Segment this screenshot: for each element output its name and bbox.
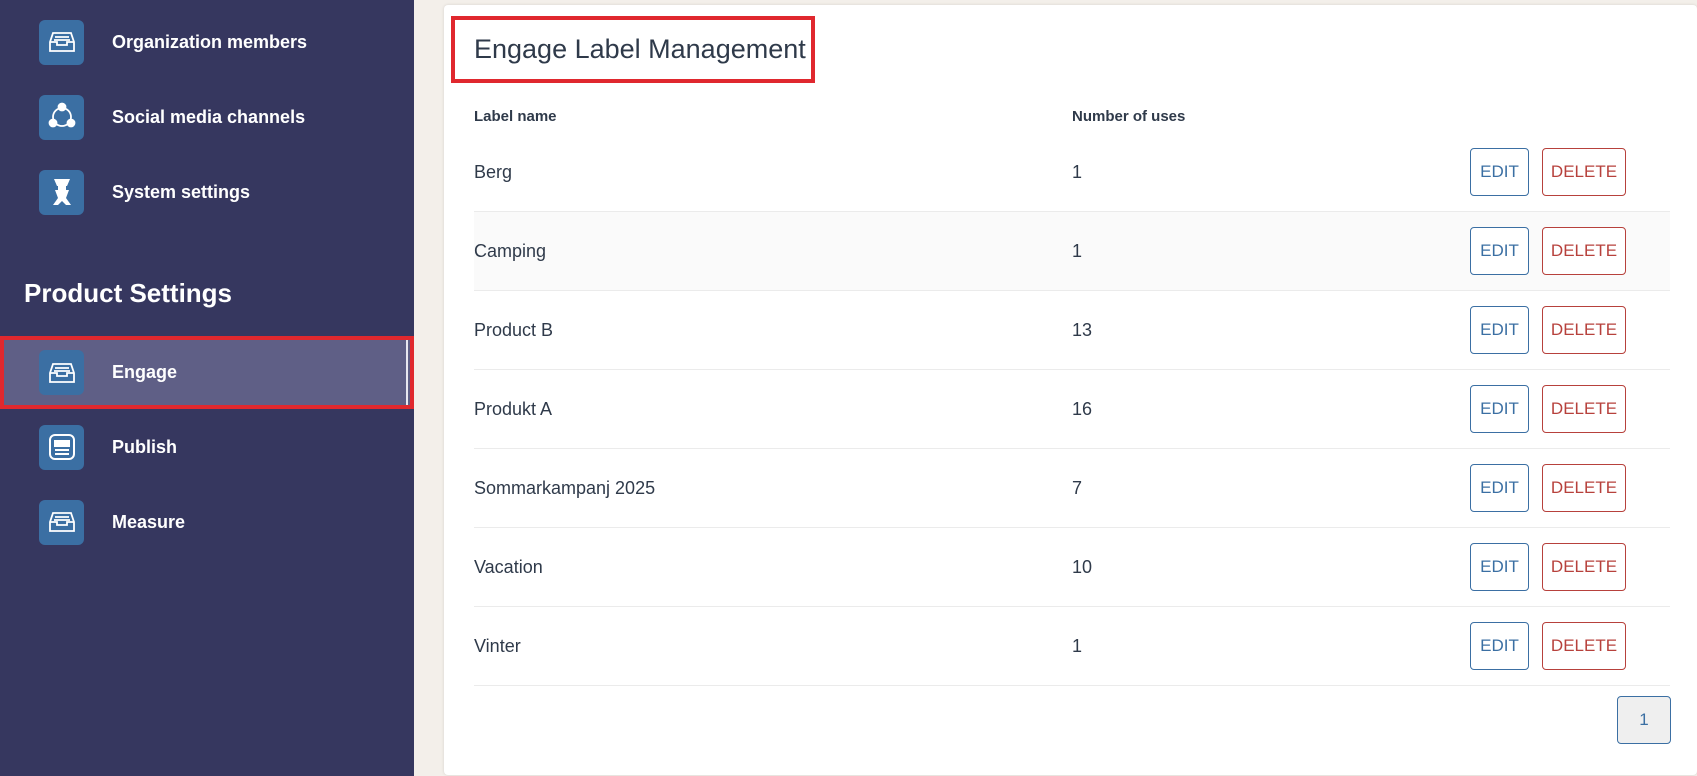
column-header-number-of-uses: Number of uses: [1072, 108, 1186, 125]
sidebar-item-label: Measure: [112, 511, 186, 532]
edit-button[interactable]: EDIT: [1470, 227, 1529, 275]
sidebar-item-social-media-channels[interactable]: Social media channels: [0, 81, 414, 153]
table-row: Vinter 1 EDIT DELETE: [474, 607, 1670, 686]
label-name-cell: Produkt A: [474, 399, 553, 419]
delete-button[interactable]: DELETE: [1542, 306, 1626, 354]
delete-button[interactable]: DELETE: [1542, 385, 1626, 433]
label-name-cell: Product B: [474, 320, 554, 340]
number-of-uses-cell: 1: [1072, 636, 1083, 656]
label-management-panel: Engage Label Management Label name Numbe…: [444, 5, 1697, 775]
delete-button[interactable]: DELETE: [1542, 227, 1626, 275]
pagination-page-button[interactable]: 1: [1617, 696, 1671, 744]
sidebar-item-publish[interactable]: Publish: [0, 411, 414, 483]
share-nodes-icon: [39, 94, 84, 140]
sidebar-item-label: System settings: [112, 181, 251, 202]
label-name-cell: Sommarkampanj 2025: [474, 478, 656, 498]
inbox-tray-icon: [39, 350, 84, 395]
inbox-tray-icon: [39, 499, 84, 545]
edit-button[interactable]: EDIT: [1470, 622, 1529, 670]
sidebar-item-label: Social media channels: [112, 106, 306, 127]
section-title-product-settings: Product Settings: [24, 278, 233, 308]
sidebar-item-label: Publish: [112, 436, 178, 457]
page-title-box: Engage Label Management: [451, 16, 815, 83]
edit-button[interactable]: EDIT: [1470, 385, 1529, 433]
inbox-tray-icon: [39, 19, 84, 65]
table-row: Vacation 10 EDIT DELETE: [474, 528, 1670, 607]
page-title: Engage Label Management: [474, 34, 806, 64]
number-of-uses-cell: 13: [1072, 320, 1093, 340]
delete-button[interactable]: DELETE: [1542, 543, 1626, 591]
sidebar-item-organization-members[interactable]: Organization members: [0, 6, 414, 78]
sidebar-item-engage[interactable]: Engage: [0, 336, 414, 409]
robot-icon: [39, 169, 84, 215]
edit-button[interactable]: EDIT: [1470, 464, 1529, 512]
delete-button[interactable]: DELETE: [1542, 464, 1626, 512]
table-row: Camping 1 EDIT DELETE: [474, 212, 1670, 291]
sidebar-item-label: Organization members: [112, 31, 308, 52]
number-of-uses-cell: 16: [1072, 399, 1093, 419]
sidebar-item-measure[interactable]: Measure: [0, 486, 414, 558]
sidebar-item-label: Engage: [112, 362, 178, 382]
label-name-cell: Camping: [474, 241, 547, 261]
label-name-cell: Vinter: [474, 636, 521, 656]
delete-button[interactable]: DELETE: [1542, 148, 1626, 196]
table-row: Product B 13 EDIT DELETE: [474, 291, 1670, 370]
document-list-icon: [39, 424, 84, 470]
table-row: Produkt A 16 EDIT DELETE: [474, 370, 1670, 449]
number-of-uses-cell: 1: [1072, 241, 1083, 261]
table-row: Sommarkampanj 2025 7 EDIT DELETE: [474, 449, 1670, 528]
number-of-uses-cell: 1: [1072, 162, 1083, 182]
sidebar-item-system-settings[interactable]: System settings: [0, 156, 414, 228]
column-header-label-name: Label name: [474, 108, 557, 125]
delete-button[interactable]: DELETE: [1542, 622, 1626, 670]
edit-button[interactable]: EDIT: [1470, 148, 1529, 196]
table-row: Berg 1 EDIT DELETE: [474, 133, 1670, 212]
sidebar: Organization members Social media channe…: [0, 0, 414, 776]
label-name-cell: Berg: [474, 162, 513, 182]
label-name-cell: Vacation: [474, 557, 543, 577]
number-of-uses-cell: 7: [1072, 478, 1083, 498]
number-of-uses-cell: 10: [1072, 557, 1093, 577]
edit-button[interactable]: EDIT: [1470, 543, 1529, 591]
edit-button[interactable]: EDIT: [1470, 306, 1529, 354]
